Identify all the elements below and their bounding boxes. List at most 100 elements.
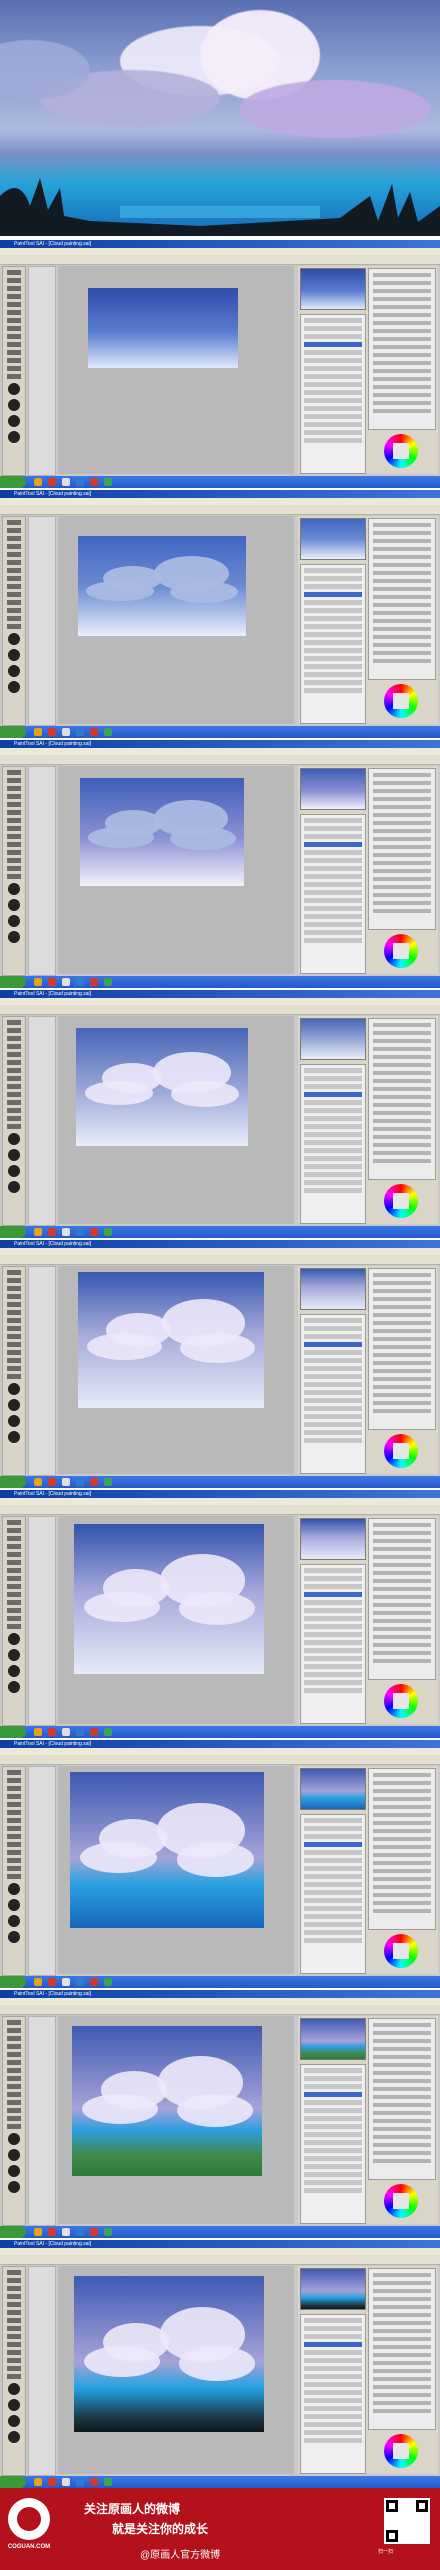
- tool-icon[interactable]: [7, 358, 21, 363]
- taskbar-app-icon[interactable]: [62, 1228, 70, 1236]
- brush-preset-icon[interactable]: [8, 1883, 20, 1895]
- brush-preset-icon[interactable]: [8, 1649, 20, 1661]
- brush-setting-row[interactable]: [373, 2377, 431, 2381]
- tool-icon[interactable]: [7, 342, 21, 347]
- brush-setting-row[interactable]: [373, 805, 431, 809]
- layers-panel[interactable]: [300, 1564, 366, 1724]
- taskbar-app-icon[interactable]: [48, 2228, 56, 2236]
- layer-row[interactable]: [304, 342, 362, 347]
- layers-panel[interactable]: [300, 1064, 366, 1224]
- brush-setting-row[interactable]: [373, 1297, 431, 1301]
- layer-row[interactable]: [304, 1390, 362, 1395]
- layer-row[interactable]: [304, 1592, 362, 1597]
- brush-preset-icon[interactable]: [8, 1431, 20, 1443]
- tool-icon[interactable]: [7, 2076, 21, 2081]
- start-button[interactable]: [0, 1226, 26, 1238]
- taskbar-app-icon[interactable]: [76, 2478, 84, 2486]
- navigator-preview[interactable]: [300, 768, 366, 810]
- layer-row[interactable]: [304, 398, 362, 403]
- layer-row[interactable]: [304, 2188, 362, 2193]
- tool-icon[interactable]: [7, 1036, 21, 1041]
- layer-row[interactable]: [304, 1882, 362, 1887]
- layer-row[interactable]: [304, 1334, 362, 1339]
- brush-setting-row[interactable]: [373, 1103, 431, 1107]
- color-wheel[interactable]: [384, 684, 418, 718]
- tool-icon[interactable]: [7, 1020, 21, 1025]
- tool-icon[interactable]: [7, 608, 21, 613]
- layer-row[interactable]: [304, 1656, 362, 1661]
- tool-icon[interactable]: [7, 1528, 21, 1533]
- layer-row[interactable]: [304, 2374, 362, 2379]
- tool-icon[interactable]: [7, 1310, 21, 1315]
- brush-setting-row[interactable]: [373, 1547, 431, 1551]
- tool-icon[interactable]: [7, 2036, 21, 2041]
- tool-icon[interactable]: [7, 1576, 21, 1581]
- brush-setting-row[interactable]: [373, 377, 431, 381]
- brush-preset-icon[interactable]: [8, 2399, 20, 2411]
- brush-setting-row[interactable]: [373, 1313, 431, 1317]
- tool-icon[interactable]: [7, 1318, 21, 1323]
- layer-row[interactable]: [304, 2100, 362, 2105]
- tool-icon[interactable]: [7, 1350, 21, 1355]
- tool-icon[interactable]: [7, 1834, 21, 1839]
- taskbar-app-icon[interactable]: [34, 1478, 42, 1486]
- navigator-preview[interactable]: [300, 1518, 366, 1560]
- taskbar-app-icon[interactable]: [104, 1728, 112, 1736]
- taskbar-app-icon[interactable]: [62, 728, 70, 736]
- tool-icon[interactable]: [7, 826, 21, 831]
- tool-icon[interactable]: [7, 334, 21, 339]
- taskbar-app-icon[interactable]: [48, 728, 56, 736]
- brush-setting-row[interactable]: [373, 821, 431, 825]
- options-bar[interactable]: [0, 1005, 440, 1015]
- brush-preset-icon[interactable]: [8, 1681, 20, 1693]
- layer-row[interactable]: [304, 608, 362, 613]
- layer-row[interactable]: [304, 2140, 362, 2145]
- brush-setting-row[interactable]: [373, 2063, 431, 2067]
- brush-setting-row[interactable]: [373, 643, 431, 647]
- color-wheel[interactable]: [384, 1184, 418, 1218]
- brush-setting-row[interactable]: [373, 2281, 431, 2285]
- brush-preset-icon[interactable]: [8, 931, 20, 943]
- brush-setting-row[interactable]: [373, 837, 431, 841]
- layer-row[interactable]: [304, 1858, 362, 1863]
- brush-setting-row[interactable]: [373, 1643, 431, 1647]
- layer-row[interactable]: [304, 600, 362, 605]
- layer-row[interactable]: [304, 1124, 362, 1129]
- layer-row[interactable]: [304, 1576, 362, 1581]
- layer-row[interactable]: [304, 850, 362, 855]
- options-bar[interactable]: [0, 1255, 440, 1265]
- brush-setting-row[interactable]: [373, 797, 431, 801]
- brush-setting-row[interactable]: [373, 555, 431, 559]
- brush-setting-row[interactable]: [373, 1603, 431, 1607]
- brush-setting-row[interactable]: [373, 2409, 431, 2413]
- brush-setting-row[interactable]: [373, 2345, 431, 2349]
- tool-icon[interactable]: [7, 2294, 21, 2299]
- layer-row[interactable]: [304, 898, 362, 903]
- tool-icon[interactable]: [7, 2374, 21, 2379]
- layer-row[interactable]: [304, 1374, 362, 1379]
- brush-setting-row[interactable]: [373, 1611, 431, 1615]
- brush-setting-row[interactable]: [373, 1023, 431, 1027]
- painting-canvas[interactable]: [76, 1028, 248, 1146]
- layer-row[interactable]: [304, 1874, 362, 1879]
- brush-setting-row[interactable]: [373, 1635, 431, 1639]
- brush-setting-row[interactable]: [373, 2353, 431, 2357]
- layer-row[interactable]: [304, 2132, 362, 2137]
- brush-setting-row[interactable]: [373, 603, 431, 607]
- layer-row[interactable]: [304, 326, 362, 331]
- brush-setting-row[interactable]: [373, 345, 431, 349]
- layer-row[interactable]: [304, 648, 362, 653]
- layer-row[interactable]: [304, 1406, 362, 1411]
- tool-icon[interactable]: [7, 2092, 21, 2097]
- layer-row[interactable]: [304, 1438, 362, 1443]
- tool-icon[interactable]: [7, 1616, 21, 1621]
- tool-icon[interactable]: [7, 1818, 21, 1823]
- layer-row[interactable]: [304, 2108, 362, 2113]
- brush-setting-row[interactable]: [373, 1651, 431, 1655]
- brush-setting-row[interactable]: [373, 1869, 431, 1873]
- tool-icon[interactable]: [7, 1770, 21, 1775]
- taskbar-app-icon[interactable]: [34, 2478, 42, 2486]
- layer-row[interactable]: [304, 1584, 362, 1589]
- canvas-area[interactable]: [58, 2266, 294, 2474]
- layer-row[interactable]: [304, 2076, 362, 2081]
